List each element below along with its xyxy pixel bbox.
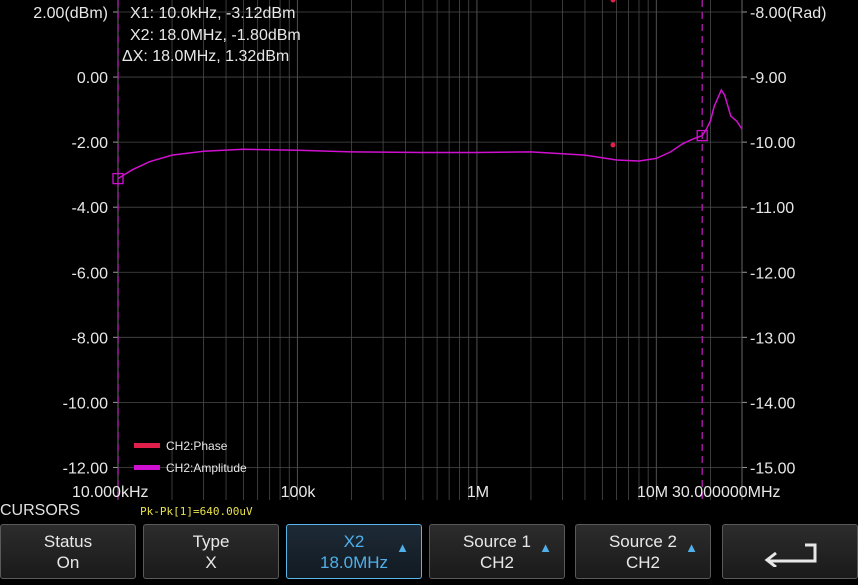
x2-softkey[interactable]: X2 18.0MHz ▲: [286, 524, 422, 579]
left-tick-label: 0.00: [77, 70, 108, 87]
right-tick-label: -13.00: [750, 330, 795, 347]
legend-amplitude-swatch: [134, 465, 160, 470]
up-arrow-icon: ▲: [396, 540, 409, 555]
type-softkey[interactable]: Type X: [143, 524, 279, 579]
type-softkey-value: X: [205, 553, 217, 572]
measurement-readout: Pk-Pk[1]=640.00uV: [140, 505, 253, 518]
legend-phase-label: CH2:Phase: [166, 439, 228, 453]
left-tick-label: -4.00: [72, 200, 109, 217]
right-tick-label: -14.00: [750, 395, 795, 412]
left-tick-label: -10.00: [63, 395, 108, 412]
source1-softkey[interactable]: Source 1 CH2 ▲: [429, 524, 565, 579]
left-tick-label: -2.00: [72, 135, 109, 152]
waveform-plot: 2.00(dBm)0.00-2.00-4.00-6.00-8.00-10.00-…: [33, 0, 826, 500]
x-tick-label: 10.000kHz: [72, 484, 149, 500]
x-tick-label: 100k: [281, 484, 317, 500]
right-tick-label: -8.00(Rad): [750, 5, 826, 22]
x-axis-labels: 10.000kHz 100k 1M 10M 30.000000MHz: [72, 484, 781, 500]
right-tick-label: -15.00: [750, 460, 795, 477]
right-tick-label: -11.00: [750, 200, 794, 217]
back-arrow-icon: [764, 543, 817, 567]
vertical-gridlines: [117, 0, 743, 500]
status-softkey-value: On: [56, 553, 80, 572]
cursor-x1-readout: X1: 10.0kHz, -3.12dBm: [130, 5, 295, 22]
x-tick-label: 30.000000MHz: [672, 484, 781, 500]
left-axis-labels: 2.00(dBm) 0.00 -2.00 -4.00 -6.00 -8.00 -10.00 -…: [33, 5, 108, 477]
phase-point-marker: [610, 142, 616, 148]
cursor-x2-readout: X2: 18.0MHz, -1.80dBm: [130, 27, 301, 44]
right-tick-label: -12.00: [750, 265, 795, 282]
back-softkey[interactable]: [722, 524, 858, 579]
x-tick-label: 10M: [637, 484, 668, 500]
up-arrow-icon: ▲: [685, 540, 698, 555]
left-tick-label: -6.00: [72, 265, 109, 282]
legend-amplitude-label: CH2:Amplitude: [166, 461, 247, 475]
left-tick-label: 2.00(dBm): [33, 5, 108, 22]
x-tick-label: 1M: [467, 484, 489, 500]
type-softkey-label: Type: [192, 532, 230, 551]
source2-softkey[interactable]: Source 2 CH2 ▲: [575, 524, 711, 579]
horizontal-gridlines: [113, 11, 747, 468]
softkey-bar: Status On Type X X2 18.0MHz ▲ Source 1 C…: [0, 522, 858, 585]
menu-title: CURSORS: [0, 502, 81, 519]
cursor-delta-readout: ΔX: 18.0MHz, 1.32dBm: [122, 48, 289, 65]
right-tick-label: -10.00: [750, 135, 795, 152]
status-bar: CURSORS Pk-Pk[1]=640.00uV: [0, 500, 858, 522]
right-axis-labels: -8.00(Rad) -9.00 -10.00 -11.00 -12.00 -13.00 -…: [750, 5, 826, 477]
phase-point-marker-top: [610, 0, 616, 3]
up-arrow-icon: ▲: [539, 540, 552, 555]
left-tick-label: -12.00: [63, 460, 108, 477]
left-tick-label: -8.00: [72, 330, 109, 347]
status-softkey[interactable]: Status On: [0, 524, 136, 579]
status-softkey-label: Status: [43, 532, 93, 551]
legend-phase-swatch: [134, 443, 160, 448]
right-tick-label: -9.00: [750, 70, 787, 87]
